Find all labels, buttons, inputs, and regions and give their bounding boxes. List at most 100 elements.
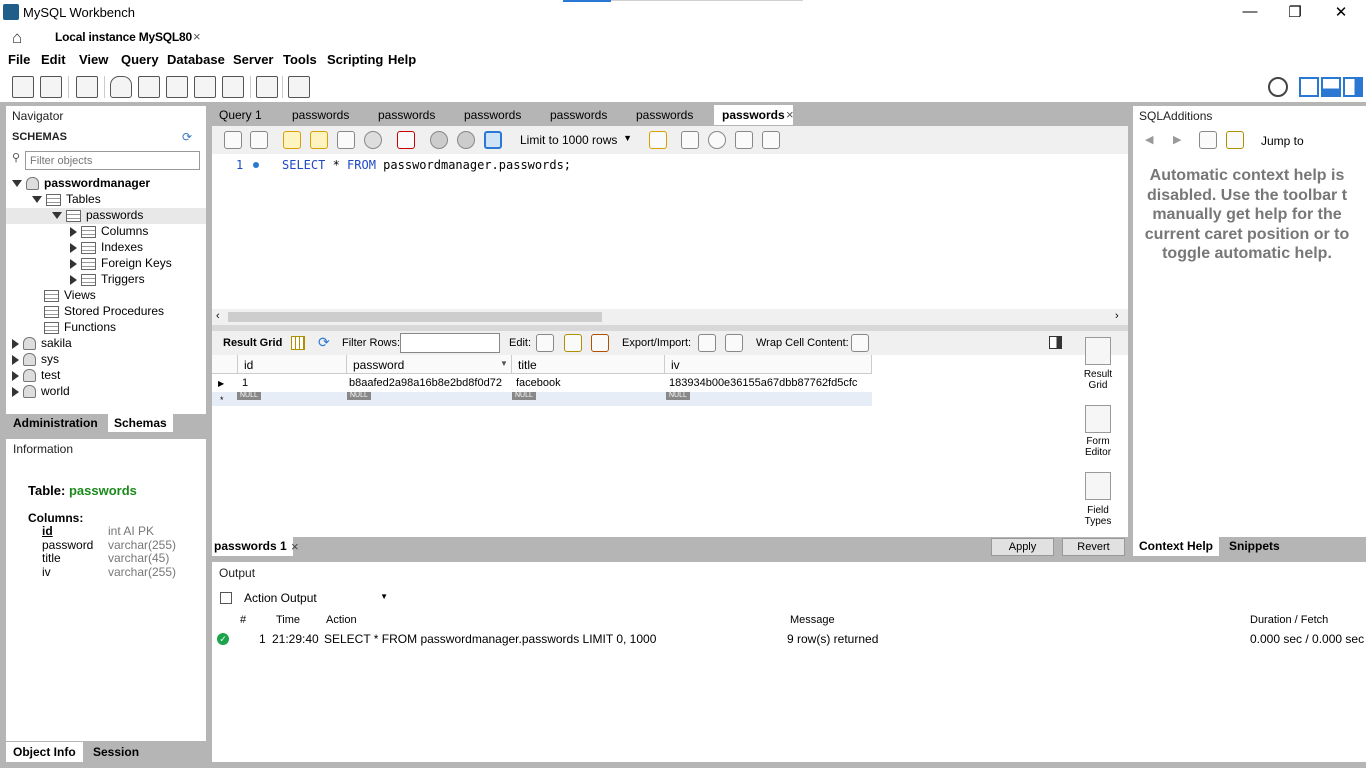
search-table-data-icon[interactable]: [256, 76, 278, 98]
tree-views[interactable]: Views: [44, 288, 96, 304]
expand-icon[interactable]: [12, 354, 19, 365]
tree-columns[interactable]: Columns: [70, 224, 148, 240]
wrap-lines-icon[interactable]: [762, 131, 780, 149]
create-view-icon[interactable]: [166, 76, 188, 98]
menu-file[interactable]: File: [8, 52, 30, 67]
close-tab-button[interactable]: ×: [786, 107, 794, 122]
tab-passwords[interactable]: passwords: [378, 108, 435, 122]
reconnect-icon[interactable]: [288, 76, 310, 98]
expand-icon[interactable]: [70, 258, 77, 269]
filter-objects-input[interactable]: [25, 151, 200, 170]
grid-view-icon[interactable]: [291, 336, 305, 350]
tree-functions[interactable]: Functions: [44, 320, 116, 336]
tab-passwords[interactable]: passwords: [636, 108, 693, 122]
menu-server[interactable]: Server: [233, 52, 273, 67]
close-window-button[interactable]: ✕: [1318, 3, 1364, 25]
connection-tab[interactable]: Local instance MySQL80: [55, 30, 192, 44]
tab-session[interactable]: Session: [93, 745, 139, 759]
expand-icon[interactable]: [70, 242, 77, 253]
inspector-icon[interactable]: [76, 76, 98, 98]
create-procedure-icon[interactable]: [194, 76, 216, 98]
menu-scripting[interactable]: Scripting: [327, 52, 383, 67]
table-cell[interactable]: 1: [238, 376, 252, 392]
collapse-icon[interactable]: [32, 196, 42, 204]
tab-snippets[interactable]: Snippets: [1229, 539, 1280, 553]
import-icon[interactable]: [725, 334, 743, 352]
stop-icon[interactable]: [364, 131, 382, 149]
toggle-side-panel-icon[interactable]: [1049, 336, 1062, 349]
tab-passwords-active[interactable]: passwords: [714, 105, 793, 125]
table-cell[interactable]: facebook: [512, 376, 565, 392]
form-editor-icon[interactable]: [1085, 405, 1111, 433]
restore-button[interactable]: ❐: [1272, 3, 1318, 25]
tab-passwords[interactable]: passwords: [292, 108, 349, 122]
create-schema-icon[interactable]: [110, 76, 132, 98]
expand-icon[interactable]: [70, 226, 77, 237]
column-header-iv[interactable]: iv: [665, 355, 872, 374]
tree-foreign-keys[interactable]: Foreign Keys: [70, 256, 172, 272]
menu-database[interactable]: Database: [167, 52, 225, 67]
tree-stored-procedures[interactable]: Stored Procedures: [44, 304, 164, 320]
column-header-title[interactable]: title: [512, 355, 665, 374]
table-cell[interactable]: 183934b00e36155a67dbb87762fd5cfc: [665, 376, 861, 392]
sort-chevron-icon[interactable]: ▼: [500, 359, 508, 368]
filter-rows-input[interactable]: [400, 333, 500, 353]
menu-help[interactable]: Help: [388, 52, 416, 67]
expand-icon[interactable]: [70, 274, 77, 285]
new-row[interactable]: [212, 392, 872, 406]
copy-output-icon[interactable]: [220, 592, 232, 604]
minimize-button[interactable]: —: [1227, 3, 1273, 25]
expand-icon[interactable]: [12, 370, 19, 381]
wrap-cell-icon[interactable]: [851, 334, 869, 352]
sql-editor[interactable]: 1 SELECT * FROM passwordmanager.password…: [212, 154, 1128, 309]
open-file-icon[interactable]: [224, 131, 242, 149]
explain-icon[interactable]: [337, 131, 355, 149]
open-sql-script-icon[interactable]: [40, 76, 62, 98]
forward-icon[interactable]: ▶: [1173, 133, 1181, 146]
collapse-icon[interactable]: [52, 212, 62, 220]
collapse-icon[interactable]: [12, 180, 22, 188]
refresh-icon[interactable]: ⟳: [318, 334, 330, 351]
new-sql-tab-icon[interactable]: [12, 76, 34, 98]
add-snippet-star-icon[interactable]: [649, 131, 667, 149]
apply-button[interactable]: Apply: [991, 538, 1054, 556]
scroll-right-icon[interactable]: ›: [1115, 310, 1119, 322]
find-icon[interactable]: [708, 131, 726, 149]
help-icon[interactable]: [1199, 131, 1217, 149]
delete-row-icon[interactable]: [591, 334, 609, 352]
tab-schemas[interactable]: Schemas: [108, 414, 173, 432]
menu-edit[interactable]: Edit: [41, 52, 66, 67]
tree-db-passwordmanager[interactable]: passwordmanager: [12, 176, 150, 192]
create-function-icon[interactable]: [222, 76, 244, 98]
close-connection-tab-button[interactable]: ×: [193, 29, 201, 44]
jump-to-label[interactable]: Jump to: [1261, 134, 1304, 148]
export-icon[interactable]: [698, 334, 716, 352]
menu-tools[interactable]: Tools: [283, 52, 317, 67]
expand-icon[interactable]: [12, 386, 19, 397]
output-type-select[interactable]: Action Output ▼: [240, 589, 390, 607]
tree-indexes[interactable]: Indexes: [70, 240, 143, 256]
tab-query-1[interactable]: Query 1: [219, 108, 262, 122]
tree-triggers[interactable]: Triggers: [70, 272, 145, 288]
tree-db-world[interactable]: world: [12, 384, 70, 400]
home-icon[interactable]: ⌂: [12, 28, 22, 48]
tree-db-sys[interactable]: sys: [12, 352, 59, 368]
settings-gear-icon[interactable]: [1268, 77, 1288, 97]
execute-current-icon[interactable]: [310, 131, 328, 149]
revert-button[interactable]: Revert: [1062, 538, 1125, 556]
result-tab[interactable]: passwords 1: [212, 537, 293, 556]
tree-db-test[interactable]: test: [12, 368, 60, 384]
scrollbar-thumb[interactable]: [228, 312, 602, 322]
tab-passwords[interactable]: passwords: [550, 108, 607, 122]
tab-passwords[interactable]: passwords: [464, 108, 521, 122]
close-result-tab-button[interactable]: ×: [291, 539, 299, 554]
result-grid-view-icon[interactable]: [1085, 337, 1111, 365]
expand-icon[interactable]: [12, 338, 19, 349]
limit-rows-select[interactable]: Limit to 1000 rows ▼: [514, 130, 636, 150]
table-cell[interactable]: b8aafed2a98a16b8e2bd8f0d72: [345, 376, 506, 392]
scroll-left-icon[interactable]: ‹: [216, 310, 220, 322]
rollback-icon[interactable]: [457, 131, 475, 149]
column-header-password[interactable]: password: [347, 355, 512, 374]
tab-object-info[interactable]: Object Info: [6, 742, 83, 762]
output-action[interactable]: SELECT * FROM passwordmanager.passwords …: [324, 632, 656, 646]
